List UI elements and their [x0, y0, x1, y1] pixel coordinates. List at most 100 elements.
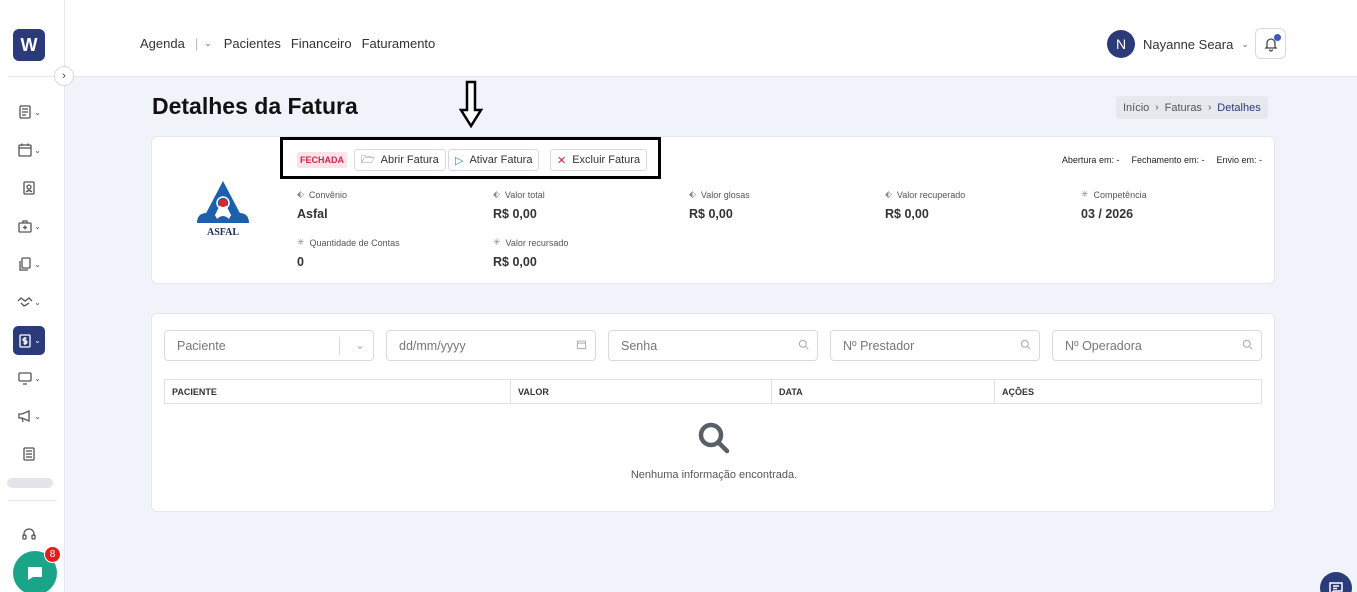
chat-icon [28, 567, 42, 580]
sidebar-item-documents[interactable]: ⌄ [13, 250, 45, 278]
status-badge: FECHADA [297, 152, 347, 168]
chevron-right-icon: › [1155, 102, 1159, 113]
monitor-icon [18, 372, 32, 385]
senha-input[interactable]: Senha [608, 330, 818, 361]
sidebar-item-billing[interactable]: ⌄ [13, 326, 45, 355]
field-valor-glosas: ⬖ Valor glosas R$ 0,00 [689, 189, 750, 221]
sidebar-scrollbar[interactable] [7, 478, 53, 488]
contact-card-icon [23, 181, 35, 195]
search-icon [798, 339, 809, 350]
chevron-down-icon: ⌄ [34, 373, 41, 383]
invoice-details-card: ASFAL FECHADA 🗁 Abrir Fatura ▷ Ativar Fa… [151, 136, 1275, 284]
loader-icon: ✳ [297, 237, 305, 247]
patient-select[interactable]: Paciente ⌄ [164, 330, 374, 361]
search-icon [698, 422, 730, 454]
loader-icon: ✳ [1081, 189, 1089, 199]
headset-icon [22, 528, 36, 540]
sidebar-item-marketing[interactable]: ⌄ [13, 402, 45, 430]
brand-text: ASFAL [207, 227, 239, 238]
play-icon: ▷ [455, 154, 464, 167]
records-icon [19, 105, 31, 119]
chevron-right-icon: › [1207, 102, 1212, 113]
breadcrumb: Início › Faturas › Detalhes [1116, 96, 1268, 119]
delete-invoice-button[interactable]: ✕ Excluir Fatura [550, 149, 648, 171]
sidebar-item-reports[interactable] [13, 440, 45, 468]
calendar-icon [576, 340, 587, 350]
top-navigation: Agenda | ⌄ Pacientes Financeiro Faturame… [140, 36, 445, 51]
sidebar: W ⌄ ⌄ ⌄ ⌄ ⌄ ⌄ ⌄ ⌄ 8 [0, 0, 65, 592]
empty-state-text: Nenhuma informação encontrada. [630, 469, 798, 481]
breadcrumb-faturas[interactable]: Faturas [1165, 102, 1202, 114]
nav-financeiro[interactable]: Financeiro [291, 36, 352, 51]
column-header[interactable]: VALOR [511, 380, 772, 403]
tag-icon: ⬖ [297, 189, 304, 199]
invoice-dates: Abertura em: - Fechamento em: - Envio em… [1050, 155, 1262, 165]
divider [339, 337, 340, 355]
chevron-down-icon: ⌄ [1241, 38, 1249, 49]
billing-icon [19, 333, 31, 348]
closing-date: Fechamento em: - [1131, 155, 1205, 165]
chevron-down-icon: ⌄ [34, 145, 41, 155]
app-logo[interactable]: W [13, 29, 45, 61]
tag-icon: ⬖ [885, 189, 892, 199]
sidebar-item-records[interactable]: ⌄ [13, 98, 45, 126]
user-menu[interactable]: N Nayanne Seara ⌄ [1107, 30, 1249, 58]
notifications-button[interactable] [1255, 28, 1286, 59]
page-title: Detalhes da Fatura [152, 93, 358, 119]
nav-agenda[interactable]: Agenda [140, 36, 185, 51]
sidebar-item-monitor[interactable]: ⌄ [13, 364, 45, 392]
messages-button[interactable] [1320, 572, 1352, 592]
chevron-down-icon[interactable]: ⌄ [204, 38, 212, 49]
date-input[interactable]: dd/mm/yyyy [386, 330, 596, 361]
chevron-down-icon: ⌄ [354, 338, 365, 352]
sidebar-item-support[interactable] [13, 520, 45, 548]
breadcrumb-inicio[interactable]: Início [1123, 102, 1149, 114]
sidebar-item-partners[interactable]: ⌄ [13, 288, 45, 316]
folder-open-icon: 🗁 [361, 153, 375, 166]
tag-icon: ⬖ [493, 189, 500, 199]
loader-icon: ✳ [493, 237, 501, 247]
avatar: N [1107, 30, 1135, 58]
table-header: PACIENTE VALOR DATA AÇÕES [164, 379, 1262, 404]
field-competencia: ✳ Competência 03 / 2026 [1081, 189, 1147, 221]
column-header: AÇÕES [1002, 386, 1035, 397]
divider: | [194, 36, 199, 51]
chevron-down-icon: ⌄ [34, 259, 41, 269]
divider [8, 500, 57, 501]
operadora-input[interactable]: Nº Operadora [1052, 330, 1262, 361]
field-valor-total: ⬖ Valor total R$ 0,00 [493, 189, 545, 221]
open-invoice-button[interactable]: 🗁 Abrir Fatura [354, 149, 446, 171]
nav-pacientes[interactable]: Pacientes [224, 36, 281, 51]
nav-faturamento[interactable]: Faturamento [362, 36, 436, 51]
chevron-down-icon: ⌄ [34, 297, 41, 307]
chevron-down-icon: ⌄ [34, 411, 41, 421]
divider [8, 76, 57, 77]
top-bar: Agenda | ⌄ Pacientes Financeiro Faturame… [65, 0, 1357, 77]
search-icon [1020, 339, 1031, 350]
field-convenio: ⬖ Convênio Asfal [297, 189, 347, 221]
field-valor-recursado: ✳ Valor recursado R$ 0,00 [493, 237, 569, 269]
chevron-down-icon: ⌄ [34, 107, 41, 117]
activate-invoice-button[interactable]: ▷ Ativar Fatura [448, 149, 540, 171]
sidebar-toggle-button[interactable]: › [54, 66, 74, 86]
chevron-down-icon: ⌄ [34, 336, 41, 345]
tag-icon: ⬖ [689, 189, 696, 199]
sidebar-item-patients[interactable] [13, 174, 45, 202]
field-valor-recuperado: ⬖ Valor recuperado R$ 0,00 [885, 189, 966, 221]
column-header[interactable]: PACIENTE [165, 380, 511, 403]
column-header[interactable]: DATA [772, 380, 995, 403]
calendar-icon [18, 143, 32, 157]
chevron-right-icon: › [62, 70, 66, 82]
search-icon [1242, 339, 1253, 350]
sidebar-item-calendar[interactable]: ⌄ [13, 136, 45, 164]
sidebar-item-clinic[interactable]: ⌄ [13, 212, 45, 240]
handshake-icon [17, 297, 33, 307]
message-icon [1329, 582, 1343, 592]
documents-icon [19, 257, 31, 271]
close-icon: ✕ [557, 154, 567, 167]
briefcase-medical-icon [18, 220, 32, 233]
notification-dot [1274, 34, 1281, 41]
prestador-input[interactable]: Nº Prestador [830, 330, 1040, 361]
breadcrumb-detalhes: Detalhes [1217, 101, 1261, 114]
chat-badge: 8 [44, 546, 61, 563]
